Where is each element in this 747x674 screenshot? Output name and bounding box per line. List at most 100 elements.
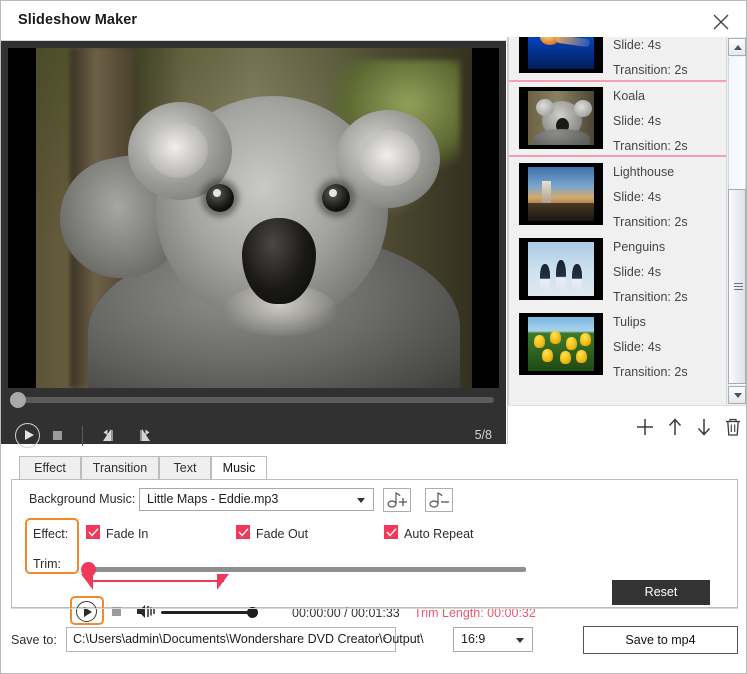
aspect-ratio-select[interactable]: 16:9: [453, 627, 533, 652]
background-music-label: Background Music:: [29, 492, 135, 506]
slide-name: Lighthouse: [613, 160, 725, 185]
trim-slider-track[interactable]: [86, 567, 526, 572]
save-to-label: Save to:: [11, 633, 57, 647]
list-item[interactable]: Jellyfish Slide: 4s Transition: 2s: [509, 37, 727, 80]
chevron-down-icon: [516, 638, 524, 643]
thumbnail: [519, 37, 603, 73]
preview-seek-track[interactable]: [14, 397, 494, 403]
preview-seek-handle[interactable]: [10, 392, 26, 408]
grip-icon: [734, 283, 743, 290]
slide-list: Jellyfish Slide: 4s Transition: 2s Koala…: [508, 37, 727, 405]
slide-duration: Slide: 4s: [613, 335, 725, 360]
footer: Save to: C:\Users\admin\Documents\Wonder…: [11, 621, 738, 663]
aspect-ratio-value: 16:9: [461, 632, 485, 646]
tab-transition[interactable]: Transition: [81, 456, 159, 480]
thumbnail: [519, 313, 603, 375]
check-icon: [238, 528, 249, 537]
rotate-left-icon: [100, 425, 124, 447]
slide-name: Koala: [613, 84, 725, 109]
slide-duration: Slide: 4s: [613, 37, 725, 58]
move-slide-up-button[interactable]: [663, 415, 687, 439]
thumbnail: [519, 238, 603, 300]
scrollbar-thumb[interactable]: [728, 189, 746, 384]
arrow-down-icon: [692, 415, 716, 439]
trim-label: Trim:: [33, 557, 61, 571]
slide-transition: Transition: 2s: [613, 360, 725, 385]
save-to-mp4-button[interactable]: Save to mp4: [583, 626, 738, 654]
play-icon: [25, 430, 34, 440]
slide-transition: Transition: 2s: [613, 134, 725, 159]
close-icon: [712, 13, 730, 31]
list-item[interactable]: Lighthouse Slide: 4s Transition: 2s: [509, 157, 727, 232]
page-title: Slideshow Maker: [18, 12, 137, 28]
footer-divider: [11, 608, 738, 609]
check-icon: [386, 528, 397, 537]
preview-pane: 5/8: [1, 41, 506, 444]
slide-name: Penguins: [613, 235, 725, 260]
background-music-value: Little Maps - Eddie.mp3: [147, 492, 278, 506]
fade-in-checkbox[interactable]: [86, 525, 100, 539]
remove-music-button[interactable]: [425, 488, 453, 512]
chevron-up-icon: [734, 45, 742, 50]
slide-duration: Slide: 4s: [613, 185, 725, 210]
volume-slider-track[interactable]: [161, 611, 256, 614]
preview-play-button[interactable]: [15, 423, 40, 448]
tab-text[interactable]: Text: [159, 456, 211, 480]
controls-divider: [82, 426, 83, 446]
preview-image-koala: [36, 48, 472, 388]
thumbnail: [519, 87, 603, 149]
list-item[interactable]: Penguins Slide: 4s Transition: 2s: [509, 232, 727, 307]
trash-icon: [721, 415, 745, 439]
rotate-right-button[interactable]: [129, 425, 153, 447]
rotate-left-button[interactable]: [100, 425, 124, 447]
scroll-up-button[interactable]: [728, 38, 746, 56]
list-item[interactable]: Koala Slide: 4s Transition: 2s: [509, 81, 727, 156]
auto-repeat-label: Auto Repeat: [404, 527, 474, 541]
slide-duration: Slide: 4s: [613, 109, 725, 134]
fade-in-label: Fade In: [106, 527, 148, 541]
slideshow-maker-window: Slideshow Maker: [0, 0, 747, 674]
audio-play-button[interactable]: [76, 601, 97, 622]
rotate-right-icon: [129, 425, 153, 447]
effect-label: Effect:: [33, 527, 68, 541]
background-music-select[interactable]: Little Maps - Eddie.mp3: [139, 488, 374, 511]
thumbnail: [519, 163, 603, 225]
arrow-up-icon: [663, 415, 687, 439]
slide-duration: Slide: 4s: [613, 260, 725, 285]
chevron-down-icon: [357, 498, 365, 503]
volume-icon: [135, 603, 157, 620]
slide-counter: 5/8: [475, 428, 492, 442]
slide-list-scrollbar[interactable]: [726, 37, 746, 405]
move-slide-down-button[interactable]: [692, 415, 716, 439]
trim-start-marker[interactable]: [81, 574, 93, 590]
preview-stop-button[interactable]: [53, 431, 62, 440]
trim-end-marker[interactable]: [217, 574, 229, 590]
tab-music[interactable]: Music: [211, 456, 267, 480]
trim-range-line: [89, 580, 224, 582]
add-music-button[interactable]: [383, 488, 411, 512]
slide-list-toolbar: [507, 405, 746, 444]
list-item[interactable]: Tulips Slide: 4s Transition: 2s: [509, 307, 727, 382]
add-slide-button[interactable]: [633, 415, 657, 439]
close-button[interactable]: [704, 6, 738, 36]
fade-out-checkbox[interactable]: [236, 525, 250, 539]
reset-button[interactable]: Reset: [612, 580, 710, 605]
music-panel: Background Music: Little Maps - Eddie.mp…: [11, 479, 738, 608]
title-bar: Slideshow Maker: [1, 1, 746, 41]
music-note-minus-icon: [426, 489, 452, 511]
auto-repeat-checkbox[interactable]: [384, 525, 398, 539]
output-path-field[interactable]: C:\Users\admin\Documents\Wondershare DVD…: [66, 627, 396, 652]
plus-icon: [633, 415, 657, 439]
delete-slide-button[interactable]: [721, 415, 745, 439]
slide-list-panel: Jellyfish Slide: 4s Transition: 2s Koala…: [507, 37, 746, 405]
browse-button[interactable]: ···: [371, 631, 391, 649]
preview-stage: [8, 48, 499, 388]
fade-out-label: Fade Out: [256, 527, 308, 541]
music-note-plus-icon: [384, 489, 410, 511]
tab-effect[interactable]: Effect: [19, 456, 81, 480]
preview-seek-row: [1, 389, 506, 411]
chevron-down-icon: [734, 393, 742, 398]
check-icon: [88, 528, 99, 537]
editor-panel: Effect Transition Text Music Background …: [11, 456, 738, 608]
scroll-down-button[interactable]: [728, 386, 746, 404]
